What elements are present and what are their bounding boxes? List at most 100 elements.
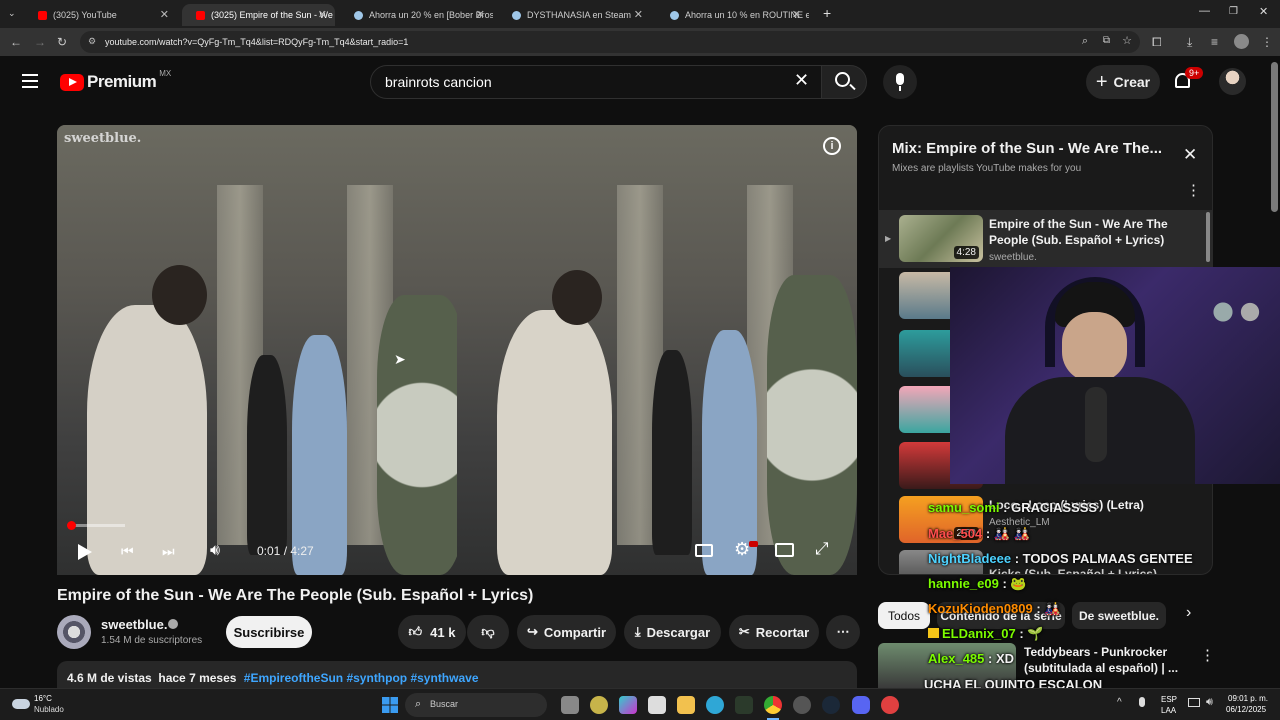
dislike-button[interactable]: 👎︎ [467,615,509,649]
scissors-icon: ✂ [738,624,750,639]
app-icon[interactable] [793,696,811,714]
zoom-icon[interactable]: ⌕ [1082,35,1088,48]
close-tab-icon[interactable]: ✕ [634,8,643,21]
back-arrow-icon[interactable]: ← [10,35,22,49]
chip-all[interactable]: Todos [878,602,930,629]
chat-text: TODOS PALMAAS GENTEE [1022,551,1193,566]
browser-tab-bar: ⌄ (3025) YouTube ✕ (3025) Empire of the … [0,0,1280,28]
close-tab-icon[interactable]: ✕ [476,8,485,21]
chat-text: 🌱 [1027,626,1044,641]
address-bar[interactable]: ⚙ youtube.com/watch?v=QyFg-Tm_Tq4&list=R… [80,31,1140,53]
progress-bar[interactable] [69,524,125,527]
channel-avatar[interactable] [57,615,91,649]
restore-window-icon[interactable]: ❐ [1229,6,1238,17]
page-scrollbar[interactable] [1271,62,1278,212]
share-button[interactable]: ↪ Compartir [517,615,616,649]
app-icon[interactable] [881,696,899,714]
playlist-item-active[interactable]: ▶ 4:28 Empire of the Sun - We Are The Pe… [879,210,1212,268]
tab-steam-bober[interactable]: Ahorra un 20 % en [Bober Bros] ✕ [340,4,493,26]
discord-icon[interactable] [852,696,870,714]
recommended-menu-icon[interactable]: ⋮ [1200,646,1215,664]
theater-mode-icon[interactable] [775,543,794,557]
video-player[interactable]: sweetblue. i ➤ ⏮ ⏭ 🔊︎ 0:01 / 4:27 ⚙ ⤢ [57,125,857,575]
start-windows-icon[interactable] [382,697,398,713]
close-tab-icon[interactable]: ✕ [160,8,169,21]
reload-icon[interactable]: ↻ [57,35,67,49]
store-icon[interactable] [648,696,666,714]
new-tab-button[interactable]: + [823,5,831,21]
forward-arrow-icon[interactable]: → [34,35,46,49]
taskbar-search[interactable]: ⌕ Buscar [405,693,547,717]
extensions-icon[interactable]: ⧠ [1152,35,1162,50]
play-icon[interactable] [78,544,92,560]
tray-chevron-up-icon[interactable]: ^ [1117,697,1122,708]
playlist-menu-icon[interactable]: ⋮ [1186,181,1201,199]
close-playlist-icon[interactable]: ✕ [1183,145,1197,165]
spotify-like-icon[interactable] [590,696,608,714]
voice-search-button[interactable] [883,65,917,99]
subscribe-button[interactable]: Suscribirse [226,616,312,648]
clock-date[interactable]: 06/12/2025 [1226,705,1266,714]
youtube-logo[interactable]: Premium MX [60,69,171,92]
chat-text: GRACIASSSS [1011,500,1098,515]
close-tab-icon[interactable]: ✕ [318,8,327,21]
lang-2[interactable]: LAA [1161,706,1176,715]
chrome-icon[interactable] [764,696,782,714]
clock-time[interactable]: 09:01 p. m. [1228,694,1268,703]
more-actions-button[interactable]: ⋯ [826,615,860,649]
file-explorer-icon[interactable] [677,696,695,714]
copilot-icon[interactable] [619,696,637,714]
tab-current-video[interactable]: (3025) Empire of the Sun - We ✕ [182,4,335,26]
bookmark-star-icon[interactable]: ☆ [1122,34,1132,47]
minimize-window-icon[interactable]: — [1199,5,1210,17]
tab-youtube-home[interactable]: (3025) YouTube ✕ [24,4,177,26]
weather-cloud-icon[interactable] [12,699,30,709]
progress-scrubber[interactable] [67,521,76,530]
edge-icon[interactable] [706,696,724,714]
task-view-icon[interactable] [561,696,579,714]
steam-icon[interactable] [822,696,840,714]
microphone-stand-icon [1085,387,1107,462]
clear-search-icon[interactable]: ✕ [794,70,809,91]
subtitles-icon[interactable] [695,544,713,557]
info-icon[interactable]: i [823,137,841,155]
mic-tray-icon[interactable] [1139,697,1145,707]
chat-text: 🐸 [1010,576,1027,591]
search-input[interactable]: brainrots cancion [370,65,824,99]
profile-avatar-icon[interactable] [1234,34,1249,49]
install-app-icon[interactable]: ⧉ [1103,35,1110,46]
download-button[interactable]: ⤓ Descargar [624,615,721,649]
like-button[interactable]: 👍︎ 41 k [398,615,466,649]
fullscreen-icon[interactable]: ⤢ [815,539,829,559]
tab-steam-dysthanasia[interactable]: DYSTHANASIA en Steam ✕ [498,4,651,26]
tab-steam-routine[interactable]: Ahorra un 10 % en ROUTINE en ✕ [656,4,809,26]
settings-gear-icon[interactable]: ⚙ [734,539,750,560]
chip-from-channel[interactable]: De sweetblue. [1072,602,1166,629]
terminal-icon[interactable] [735,696,753,714]
search-button[interactable] [821,65,867,99]
volume-tray-icon[interactable]: 🔊︎ [1206,696,1213,709]
previous-icon[interactable]: ⏮ [121,543,134,560]
volume-icon[interactable]: 🔊︎ [210,542,220,560]
microphone-icon [896,73,904,85]
tab-list-icon[interactable]: ⌄ [8,8,16,19]
notifications-button[interactable]: 9+ [1172,67,1204,94]
channel-name[interactable]: sweetblue. [101,617,167,632]
close-window-icon[interactable]: ✕ [1259,5,1268,18]
hamburger-menu-icon[interactable] [22,74,38,88]
next-icon[interactable]: ⏭ [162,543,175,560]
playlist-scrollbar[interactable] [1206,212,1210,262]
reading-list-icon[interactable]: ≡ [1211,35,1218,49]
clip-button[interactable]: ✂ Recortar [729,615,819,649]
recommended-title[interactable]: Teddybears - Punkrocker (subtitulada al … [1024,644,1194,676]
browser-menu-icon[interactable]: ⋮ [1261,35,1273,49]
network-icon[interactable] [1188,698,1200,707]
user-avatar[interactable] [1219,68,1246,95]
create-button[interactable]: + Crear [1086,65,1160,99]
site-info-icon[interactable]: ⚙ [88,36,96,47]
hashtags[interactable]: #EmpireoftheSun #synthpop #synthwave [244,671,479,685]
close-tab-icon[interactable]: ✕ [792,8,801,21]
lang-1[interactable]: ESP [1161,695,1177,704]
downloads-icon[interactable]: ⤓ [1187,35,1192,50]
chevron-right-icon[interactable]: › [1186,604,1191,622]
